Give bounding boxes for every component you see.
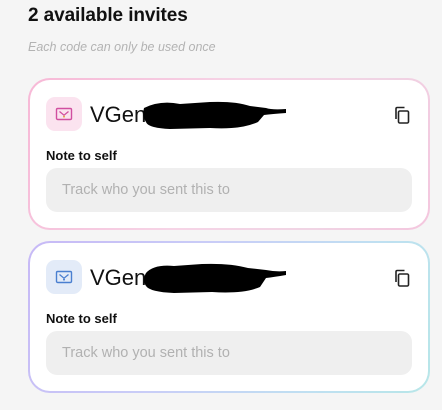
page-title: 2 available invites [28, 5, 188, 26]
redaction-mark [144, 263, 286, 293]
ticket-icon [46, 260, 82, 294]
invite-code: VGen [90, 265, 147, 290]
invites-panel: 2 available invites Each code can only b… [0, 0, 442, 410]
invite-code: VGen [90, 102, 147, 127]
copy-icon[interactable] [392, 268, 412, 288]
invite-card-body: VGen Note to self [30, 243, 428, 391]
invite-card: VGen Note to self [28, 78, 430, 230]
page-subtitle: Each code can only be used once [28, 40, 216, 54]
invite-card: VGen Note to self [28, 241, 430, 393]
note-label: Note to self [46, 311, 117, 326]
redaction-mark [143, 101, 286, 129]
invite-card-body: VGen Note to self [30, 80, 428, 228]
note-input[interactable] [46, 168, 412, 212]
copy-icon[interactable] [392, 105, 412, 125]
note-label: Note to self [46, 148, 117, 163]
note-input[interactable] [46, 331, 412, 375]
ticket-icon [46, 97, 82, 131]
